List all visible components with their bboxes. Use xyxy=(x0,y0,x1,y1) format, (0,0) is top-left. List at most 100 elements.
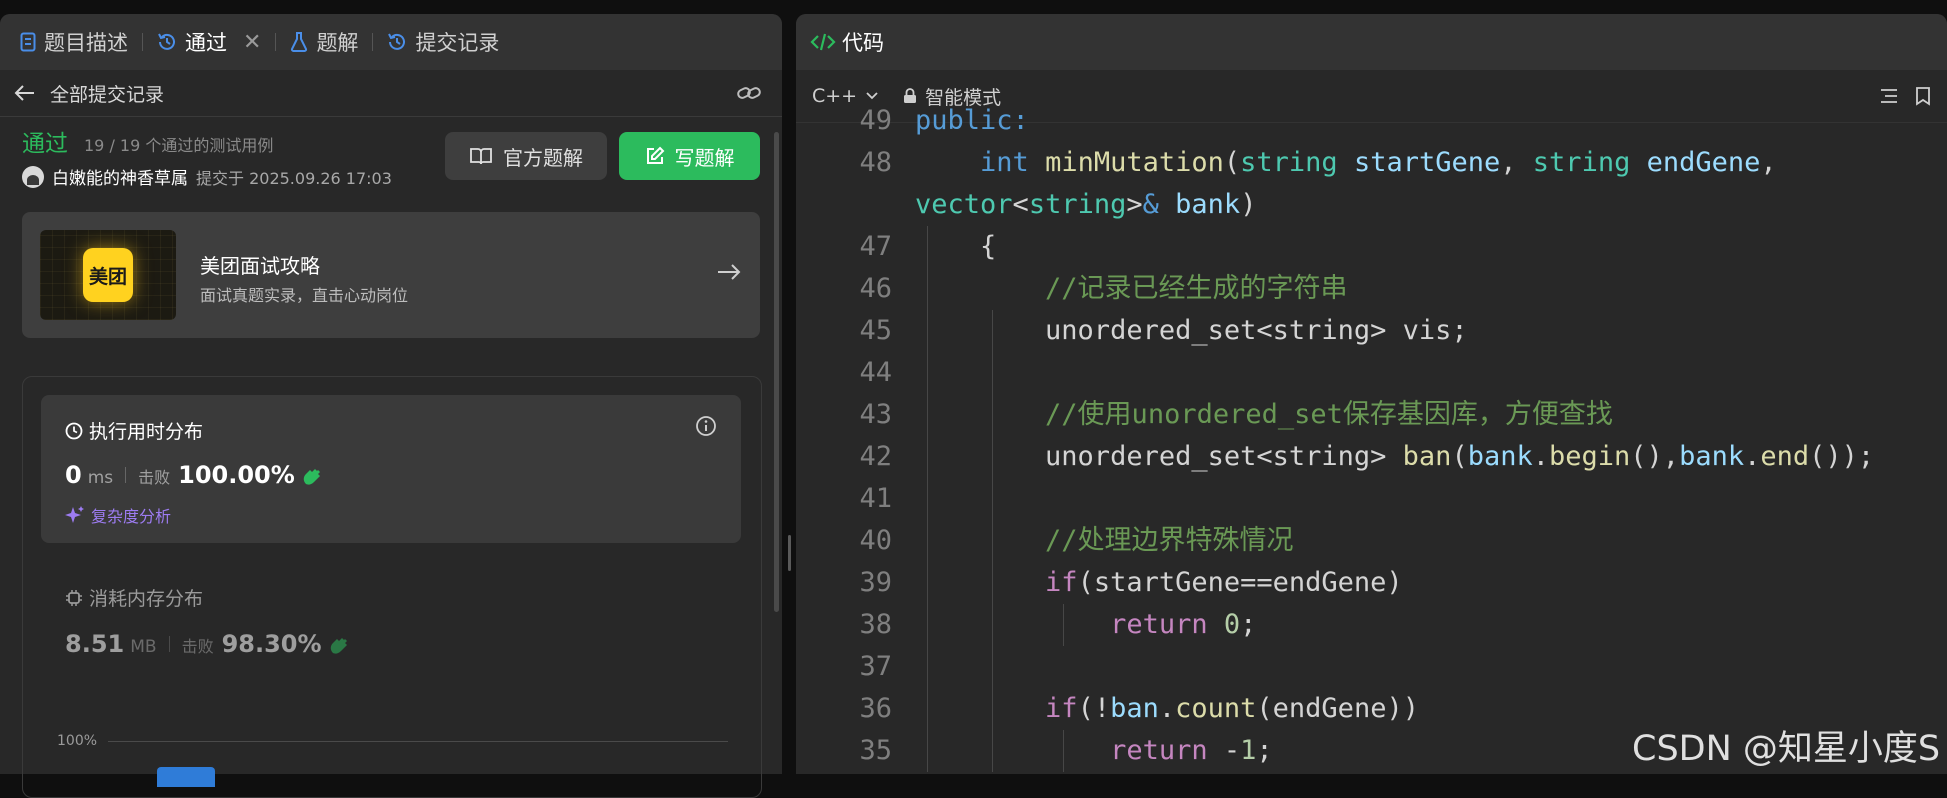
panel-resize-handle[interactable] xyxy=(788,535,791,571)
code-token: if xyxy=(1045,567,1078,598)
code-text: //使用unordered_set保存基因库，方便查找 xyxy=(915,394,1613,436)
tab-description-label: 题目描述 xyxy=(44,31,128,55)
code-token: begin xyxy=(1549,441,1631,472)
promo-card[interactable]: 美团 美团面试攻略 面试真题实录，直击心动岗位 xyxy=(22,212,760,338)
code-text: public: xyxy=(915,100,1029,142)
official-solution-label: 官方题解 xyxy=(503,145,583,170)
memory-metric: 8.51 MB 击败 98.30% xyxy=(65,630,350,658)
official-solution-button[interactable]: 官方题解 xyxy=(445,132,607,180)
code-editor[interactable]: 49 public: 48 int minMutation(string start… xyxy=(796,105,1947,774)
indent-guide xyxy=(927,226,928,772)
username[interactable]: 白嫩能的神香草属 xyxy=(52,164,188,189)
avatar[interactable] xyxy=(22,165,44,188)
promo-image: 美团 xyxy=(40,230,176,320)
info-icon[interactable] xyxy=(695,415,717,437)
complexity-analysis-link[interactable]: 复杂度分析 xyxy=(65,503,171,527)
code-token: public: xyxy=(915,105,1029,136)
code-text: int minMutation(string startGene, string… xyxy=(915,142,1777,184)
code-token: minMutation xyxy=(1045,147,1224,178)
tab-divider xyxy=(372,33,374,51)
runtime-title-label: 执行用时分布 xyxy=(89,421,204,443)
runtime-beat-label: 击败 xyxy=(138,468,171,487)
bookmark-icon[interactable] xyxy=(1915,86,1931,106)
code-token: (endGene)) xyxy=(1256,693,1419,724)
code-token: //记录已经生成的字符串 xyxy=(1045,273,1348,304)
tab-description[interactable]: 题目描述 xyxy=(20,27,128,57)
code-token: bank xyxy=(1679,441,1745,472)
code-text: return -1; xyxy=(915,730,1273,772)
all-submissions-link[interactable]: 全部提交记录 xyxy=(50,80,164,107)
runtime-distribution-card[interactable]: 执行用时分布 0 ms 击败 100.00% 复杂度分析 xyxy=(41,395,741,543)
tab-submissions[interactable]: 提交记录 xyxy=(387,27,499,57)
runtime-value: 0 xyxy=(65,461,82,489)
back-arrow-icon[interactable] xyxy=(14,84,36,102)
code-token: bank xyxy=(1175,189,1241,220)
complexity-analysis-label: 复杂度分析 xyxy=(91,507,172,526)
code-token: string xyxy=(1028,189,1127,220)
code-text: //记录已经生成的字符串 xyxy=(915,268,1348,310)
arrow-right-icon xyxy=(718,264,741,280)
left-scrollbar[interactable] xyxy=(774,132,779,612)
watermark: CSDN @知星小度S xyxy=(1632,729,1941,769)
testcase-count: 19 / 19 个通过的测试用例 xyxy=(84,136,274,155)
code-token: endGene xyxy=(1646,147,1761,178)
metric-divider xyxy=(125,467,127,483)
format-icon[interactable] xyxy=(1879,87,1899,105)
sparkle-icon xyxy=(65,506,84,523)
memory-value: 8.51 xyxy=(65,630,125,658)
write-solution-label: 写题解 xyxy=(674,145,735,170)
runtime-unit: ms xyxy=(87,468,114,488)
runtime-beat-value: 100.00% xyxy=(178,461,295,489)
submission-status: 通过 19 / 19 个通过的测试用例 xyxy=(22,124,273,158)
line-number: 42 xyxy=(859,441,892,472)
line-number: 41 xyxy=(859,483,892,514)
tab-divider xyxy=(142,33,143,51)
code-token: unordered_set<string> vis; xyxy=(915,315,1468,346)
code-token: & xyxy=(1142,189,1159,220)
histogram-bar[interactable] xyxy=(157,767,215,787)
code-token: ban xyxy=(1110,693,1159,724)
code-token: if xyxy=(1045,693,1078,724)
indent-guide xyxy=(1063,730,1064,772)
runtime-title: 执行用时分布 xyxy=(65,417,203,444)
promo-title: 美团面试攻略 xyxy=(200,254,320,278)
code-tab-bar: 代码 xyxy=(796,14,1947,70)
code-token: ( xyxy=(1451,441,1468,472)
line-number: 44 xyxy=(859,357,892,388)
tab-submissions-label: 提交记录 xyxy=(415,31,500,55)
histogram-axis-label: 100% xyxy=(57,733,98,749)
history-icon xyxy=(388,33,406,50)
close-icon[interactable]: ✕ xyxy=(243,30,261,55)
code-text: unordered_set<string> ban(bank.begin(),b… xyxy=(915,436,1874,478)
tab-accepted[interactable]: 通过 ✕ xyxy=(157,27,261,57)
code-token: ; xyxy=(1256,735,1273,766)
code-token: ; xyxy=(1240,609,1257,640)
code-token: string xyxy=(1532,147,1631,178)
tab-accepted-label: 通过 xyxy=(185,31,227,55)
line-number: 38 xyxy=(859,609,892,640)
edit-icon xyxy=(646,146,664,164)
line-number: 45 xyxy=(859,315,892,346)
line-number: 35 xyxy=(859,735,892,766)
left-tab-bar: 题目描述 通过 ✕ 题解 提交记录 xyxy=(0,14,782,70)
runtime-metric: 0 ms 击败 100.00% xyxy=(65,461,323,489)
code-token: //使用unordered_set保存基因库，方便查找 xyxy=(1045,399,1613,430)
chip-icon xyxy=(66,589,82,606)
write-solution-button[interactable]: 写题解 xyxy=(619,132,760,180)
code-token: - xyxy=(1207,735,1241,766)
code-token: > xyxy=(1126,189,1143,220)
line-number: 48 xyxy=(859,147,892,178)
link-icon[interactable] xyxy=(736,83,762,103)
code-tab-label[interactable]: 代码 xyxy=(842,27,884,57)
history-icon xyxy=(158,33,175,50)
memory-distribution-title[interactable]: 消耗内存分布 xyxy=(65,584,203,611)
tab-solutions[interactable]: 题解 xyxy=(290,27,358,57)
code-token: return xyxy=(1110,735,1208,766)
histogram-gridline xyxy=(108,741,728,742)
tab-solutions-label: 题解 xyxy=(316,31,359,55)
